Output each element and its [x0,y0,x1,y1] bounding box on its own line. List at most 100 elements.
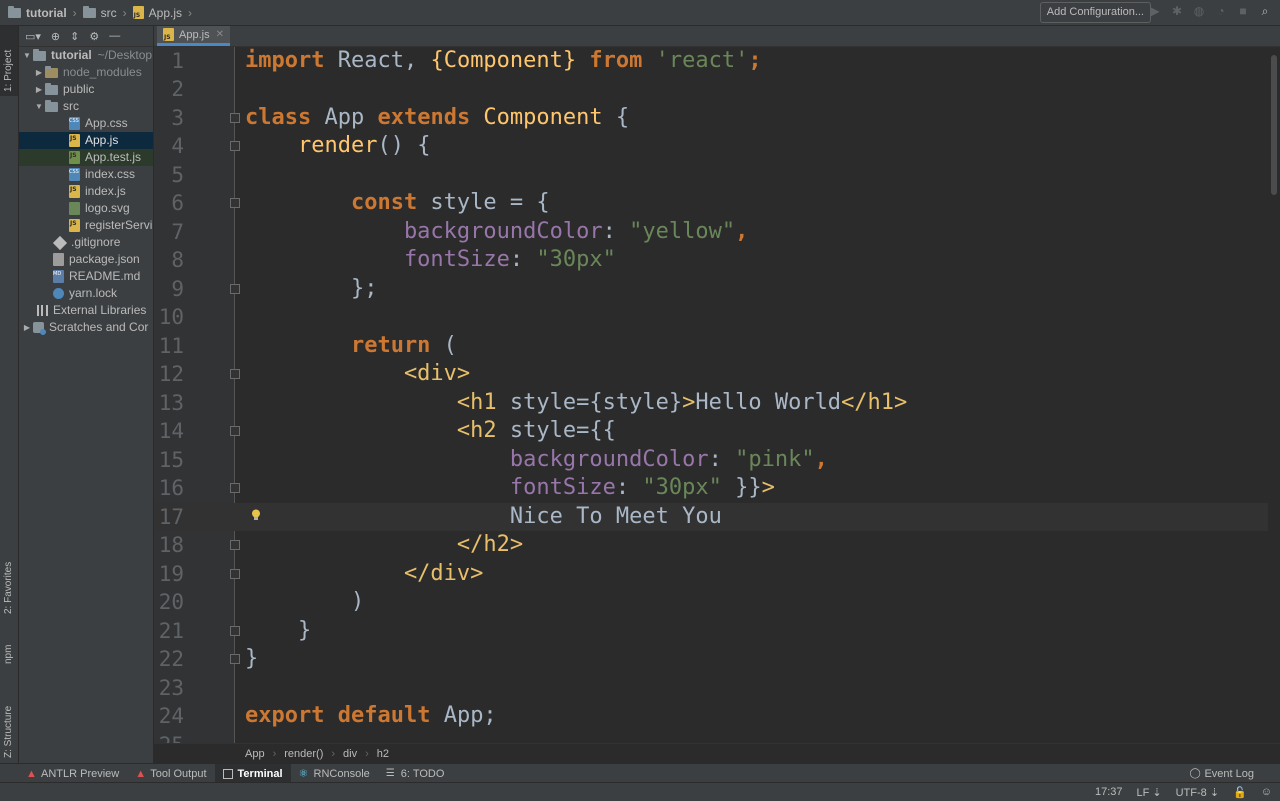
tree-item[interactable]: ▼ src [19,98,153,115]
tool-tab-structure[interactable]: Z: Structure [0,682,18,762]
fold-marker-icon[interactable] [230,626,240,636]
tree-item[interactable]: yarn.lock [19,285,153,302]
js-file-icon [69,217,80,232]
chevron-down-icon: ▼ [35,102,43,111]
locate-icon[interactable]: ⊕ [51,30,60,43]
file-encoding[interactable]: UTF-8 ⇣ [1176,786,1219,799]
search-everywhere-icon[interactable]: ⌕ [1258,4,1272,18]
breadcrumb-item[interactable]: h2 [377,748,389,760]
tool-label: Terminal [237,767,283,780]
git-icon [52,235,68,250]
fold-marker-icon[interactable] [230,198,240,208]
tree-item[interactable]: registerServi [19,217,153,234]
stop-icon[interactable]: ■ [1236,4,1250,18]
fold-marker-icon[interactable] [230,540,240,550]
code-line: 25 [154,731,1280,743]
code-text: } [245,618,312,643]
breadcrumb-item[interactable]: App [245,748,265,760]
code-line: 22 } [154,645,1280,673]
view-mode-icon[interactable]: ▭▾ [25,30,41,43]
code-text: fontSize: "30px" }}> [245,475,775,500]
tool-tab-favorites[interactable]: 2: Favorites [0,538,18,618]
tree-item[interactable]: ▶ public [19,81,153,98]
tree-label: registerServi [85,218,153,232]
fold-marker-icon[interactable] [230,426,240,436]
code-line: 11 return ( [154,332,1280,360]
tab-appjs[interactable]: App.js ✕ [157,26,230,46]
tree-item[interactable]: index.css [19,166,153,183]
fold-marker-icon[interactable] [230,113,240,123]
test-file-icon [69,149,80,164]
coverage-icon[interactable]: ◍ [1192,4,1206,18]
line-separator[interactable]: LF ⇣ [1136,786,1161,799]
profile-icon[interactable]: ◔ [1214,4,1228,18]
tool-tab-label: npm [3,644,14,664]
chevron-down-icon: ▼ [23,51,31,60]
line-number: 22 [158,647,184,671]
nav-crumb-tutorial[interactable]: tutorial › [8,5,83,20]
code-line: 20 ) [154,588,1280,616]
project-tree: ▼ tutorial ~/Desktop ▶ node_modules ▶ pu… [19,47,153,336]
fold-marker-icon[interactable] [230,483,240,493]
project-panel: ▭▾ ⊕ ⇕ ⚙ — ▼ tutorial ~/Desktop ▶ node_m… [19,26,153,764]
debug-icon[interactable]: ✱ [1170,4,1184,18]
tree-item[interactable]: package.json [19,251,153,268]
tree-item[interactable]: App.test.js [19,149,153,166]
tree-item-selected[interactable]: App.js [19,132,153,149]
tool-tab-event-log[interactable]: ◯ Event Log [1181,764,1262,783]
code-text: Nice To Meet You [245,504,722,529]
tool-tab-label: Z: Structure [3,705,14,758]
tree-item[interactable]: ▶ node_modules [19,64,153,81]
code-line: 15 backgroundColor: "pink", [154,446,1280,474]
tool-tab-terminal[interactable]: Terminal [214,764,291,783]
fold-marker-icon[interactable] [230,369,240,379]
tool-label: Tool Output [150,767,207,780]
fold-marker-icon[interactable] [230,654,240,664]
fold-marker-icon[interactable] [230,141,240,151]
tool-tab-rnconsole[interactable]: ⚛ RNConsole [291,764,378,783]
editor-scrollbar[interactable] [1268,47,1280,743]
nav-crumb-label: App.js [148,5,183,20]
fold-marker-icon[interactable] [230,569,240,579]
tree-item[interactable]: .gitignore [19,234,153,251]
lock-icon[interactable]: 🔓 [1233,786,1247,799]
close-icon[interactable]: ✕ [216,29,224,40]
cursor-position[interactable]: 17:37 [1095,786,1123,798]
breadcrumb-item[interactable]: render() [284,748,323,760]
tree-item[interactable]: logo.svg [19,200,153,217]
tool-tab-npm[interactable]: npm [0,626,18,668]
nav-crumb-appjs[interactable]: App.js › [132,5,198,20]
run-icon[interactable]: ▶ [1148,4,1162,18]
css-file-icon [69,166,80,181]
nav-crumb-src[interactable]: src › [82,5,133,20]
inspector-icon[interactable]: ☺ [1261,786,1272,798]
tree-item[interactable]: App.css [19,115,153,132]
line-number: 8 [171,248,184,272]
gear-icon[interactable]: ⚙ [89,30,99,43]
tool-tab-antlr-preview[interactable]: ▲ ANTLR Preview [18,764,127,783]
tool-tab-tool-output[interactable]: ▲ Tool Output [127,764,214,783]
tool-tab-todo[interactable]: ☰ 6: TODO [378,764,453,783]
code-line: 24 export default App; [154,702,1280,730]
tool-tab-project[interactable]: 1: Project [0,26,18,96]
fold-marker-icon[interactable] [230,284,240,294]
tree-item[interactable]: ▶ Scratches and Cor [19,319,153,336]
tree-root[interactable]: ▼ tutorial ~/Desktop [19,47,153,64]
line-number: 19 [158,562,184,586]
scrollbar-thumb[interactable] [1271,55,1277,195]
tree-item[interactable]: External Libraries [19,302,153,319]
hide-icon[interactable]: — [109,30,120,42]
tree-item[interactable]: README.md [19,268,153,285]
chevron-right-icon: › [188,5,193,20]
code-text: <h1 style={style}>Hello World</h1> [245,390,908,415]
code-editor[interactable]: 1 import React, {Component} from 'react'… [154,47,1280,743]
tree-item[interactable]: index.js [19,183,153,200]
collapse-icon[interactable]: ⇕ [70,30,79,43]
breadcrumb-item[interactable]: div [343,748,357,760]
tree-label: tutorial [51,48,92,62]
line-number: 16 [158,476,184,500]
tree-label: index.js [85,184,126,198]
add-configuration-button[interactable]: Add Configuration... [1039,2,1151,23]
code-line: 13 <h1 style={style}>Hello World</h1> [154,389,1280,417]
code-line: 18 </h2> [154,531,1280,559]
